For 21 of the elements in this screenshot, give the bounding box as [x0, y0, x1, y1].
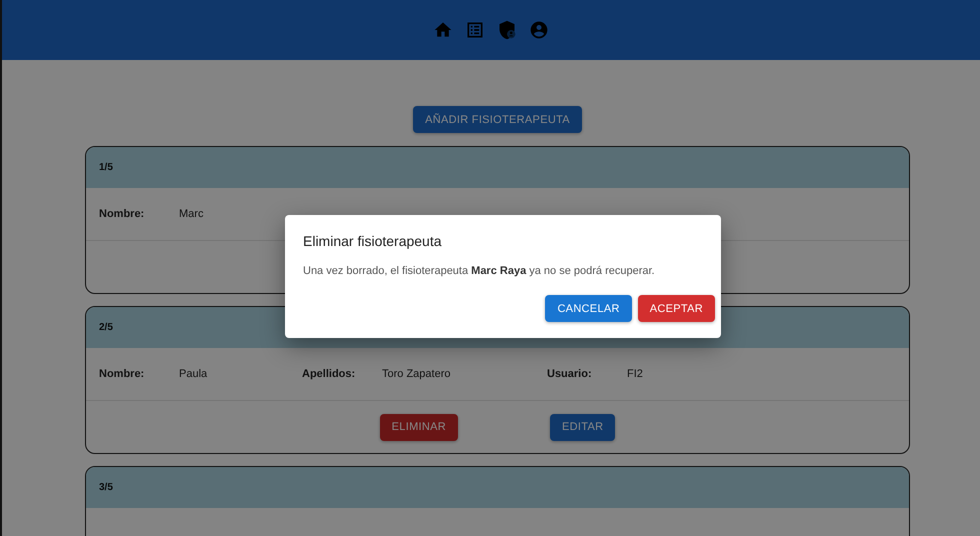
edit-button[interactable]: EDITAR — [550, 414, 616, 440]
shield-user-icon[interactable] — [497, 20, 517, 40]
card-index: 2/5 — [99, 322, 113, 333]
field-value: Toro Zapatero — [382, 368, 452, 380]
dialog-title: Eliminar fisioterapeuta — [303, 233, 443, 249]
add-physio-button[interactable]: AÑADIR FISIOTERAPEUTA — [413, 106, 582, 133]
field-value: Marc — [179, 208, 204, 220]
field-value: FI2 — [627, 368, 644, 380]
card-index: 3/5 — [99, 482, 113, 493]
accept-button[interactable]: ACEPTAR — [638, 295, 715, 322]
list-icon[interactable] — [465, 20, 485, 40]
field-value: Paula — [179, 368, 208, 380]
field-label: Apellidos: — [302, 368, 356, 380]
dialog-message: Una vez borrado, el fisioterapeuta Marc Raya ya no se podrá recuperar. — [303, 265, 656, 277]
account-icon[interactable] — [529, 20, 549, 40]
field-label: Nombre: — [99, 368, 146, 380]
field-label: Nombre: — [99, 208, 146, 220]
field-label: Usuario: — [547, 368, 593, 380]
delete-button[interactable]: ELIMINAR — [380, 414, 458, 440]
cancel-button[interactable]: CANCELAR — [545, 295, 632, 322]
card-index: 1/5 — [99, 162, 113, 173]
